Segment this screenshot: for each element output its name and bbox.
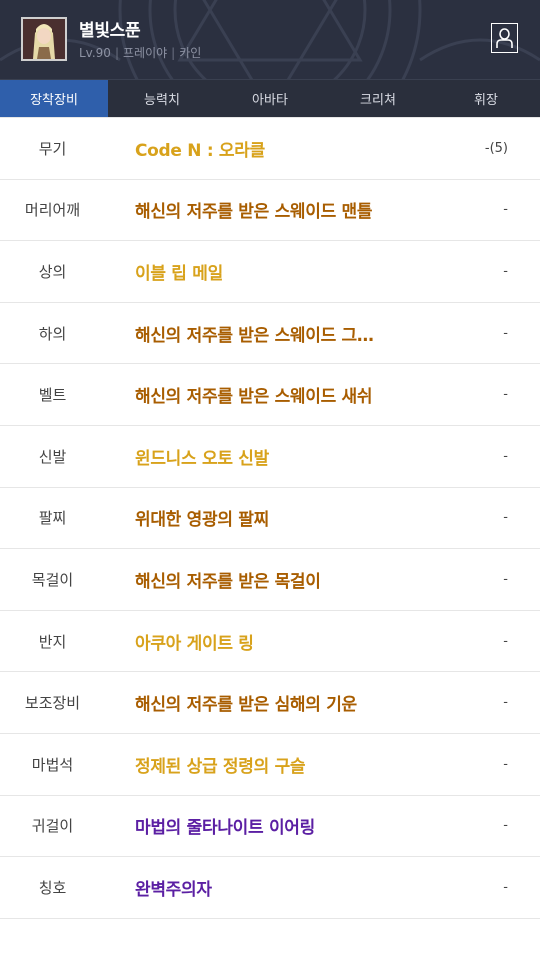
slot-label: 신발: [38, 447, 67, 466]
item-name: 완벽주의자: [135, 879, 212, 900]
character-job: 프레이야: [123, 46, 168, 60]
reinforce-value: -: [503, 325, 508, 341]
meta-separator: |: [171, 46, 176, 60]
tab-equipment[interactable]: 장착장비: [0, 80, 108, 117]
equipment-row[interactable]: 머리어깨 해신의 저주를 받은 스웨이드 맨틀 -: [0, 180, 540, 242]
item-name: 해신의 저주를 받은 스웨이드 맨틀: [135, 202, 373, 223]
item-name: 윈드니스 오토 신발: [135, 448, 269, 469]
item-name: 이블 립 메일: [135, 263, 223, 284]
slot-label: 반지: [38, 632, 67, 651]
tab-avatar[interactable]: 아바타: [216, 80, 324, 117]
reinforce-value: -: [503, 263, 508, 279]
slot-label: 보조장비: [24, 694, 81, 713]
slot-label: 귀걸이: [31, 817, 74, 836]
item-name: 해신의 저주를 받은 스웨이드 새쉬: [135, 387, 373, 408]
equipment-row[interactable]: 무기 Code N : 오라클 -(5): [0, 118, 540, 180]
equipment-row[interactable]: 보조장비 해신의 저주를 받은 심해의 기운 -: [0, 672, 540, 734]
slot-label: 상의: [38, 262, 67, 281]
tab-stats[interactable]: 능력치: [108, 80, 216, 117]
equipment-row[interactable]: 팔찌 위대한 영광의 팔찌 -: [0, 488, 540, 550]
reinforce-value: -(5): [484, 140, 508, 156]
equipment-row[interactable]: 칭호 완벽주의자 -: [0, 857, 540, 919]
character-level: Lv.90: [79, 46, 111, 60]
equipment-row[interactable]: 목걸이 해신의 저주를 받은 목걸이 -: [0, 549, 540, 611]
reinforce-value: -: [503, 510, 508, 526]
reinforce-value: -: [503, 448, 508, 464]
reinforce-value: -: [503, 879, 508, 895]
reinforce-value: -: [503, 695, 508, 711]
slot-label: 벨트: [38, 386, 67, 405]
reinforce-value: -: [503, 571, 508, 587]
reinforce-value: -: [503, 387, 508, 403]
equipment-row[interactable]: 마법석 정제된 상급 정령의 구슬 -: [0, 734, 540, 796]
slot-label: 하의: [38, 324, 67, 343]
reinforce-value: -: [503, 818, 508, 834]
slot-label: 칭호: [38, 878, 67, 897]
slot-label: 목걸이: [31, 570, 74, 589]
reinforce-value: -: [503, 202, 508, 218]
equipment-row[interactable]: 상의 이블 립 메일 -: [0, 241, 540, 303]
tab-bar: 장착장비 능력치 아바타 크리쳐 휘장: [0, 79, 540, 117]
character-name: 별빛스푼: [79, 21, 141, 41]
item-name: 해신의 저주를 받은 스웨이드 그…: [135, 325, 374, 346]
profile-header: 별빛스푼 Lv.90 | 프레이야 | 카인: [0, 0, 540, 79]
equipment-row[interactable]: 하의 해신의 저주를 받은 스웨이드 그… -: [0, 303, 540, 365]
item-name: Code N : 오라클: [135, 140, 265, 161]
item-name: 아쿠아 게이트 링: [135, 633, 254, 654]
profile-button[interactable]: [491, 23, 518, 53]
slot-label: 무기: [38, 139, 67, 158]
item-name: 위대한 영광의 팔찌: [135, 510, 269, 531]
meta-separator: |: [114, 46, 119, 60]
slot-label: 팔찌: [38, 509, 67, 528]
equipment-row[interactable]: 귀걸이 마법의 줄타나이트 이어링 -: [0, 796, 540, 858]
character-avatar: [21, 17, 67, 61]
equipment-row[interactable]: 반지 아쿠아 게이트 링 -: [0, 611, 540, 673]
tab-emblem[interactable]: 휘장: [432, 80, 540, 117]
person-icon: [496, 28, 513, 48]
character-meta: Lv.90 | 프레이야 | 카인: [79, 44, 201, 61]
item-name: 해신의 저주를 받은 목걸이: [135, 571, 321, 592]
equipment-list: 무기 Code N : 오라클 -(5) 머리어깨 해신의 저주를 받은 스웨이…: [0, 117, 540, 919]
reinforce-value: -: [503, 756, 508, 772]
tab-creature[interactable]: 크리쳐: [324, 80, 432, 117]
equipment-row[interactable]: 신발 윈드니스 오토 신발 -: [0, 426, 540, 488]
slot-label: 마법석: [31, 755, 74, 774]
character-world: 카인: [179, 46, 202, 60]
equipment-row[interactable]: 벨트 해신의 저주를 받은 스웨이드 새쉬 -: [0, 364, 540, 426]
reinforce-value: -: [503, 633, 508, 649]
item-name: 해신의 저주를 받은 심해의 기운: [135, 695, 357, 716]
item-name: 마법의 줄타나이트 이어링: [135, 818, 315, 839]
slot-label: 머리어깨: [24, 201, 81, 220]
item-name: 정제된 상급 정령의 구슬: [135, 756, 306, 777]
